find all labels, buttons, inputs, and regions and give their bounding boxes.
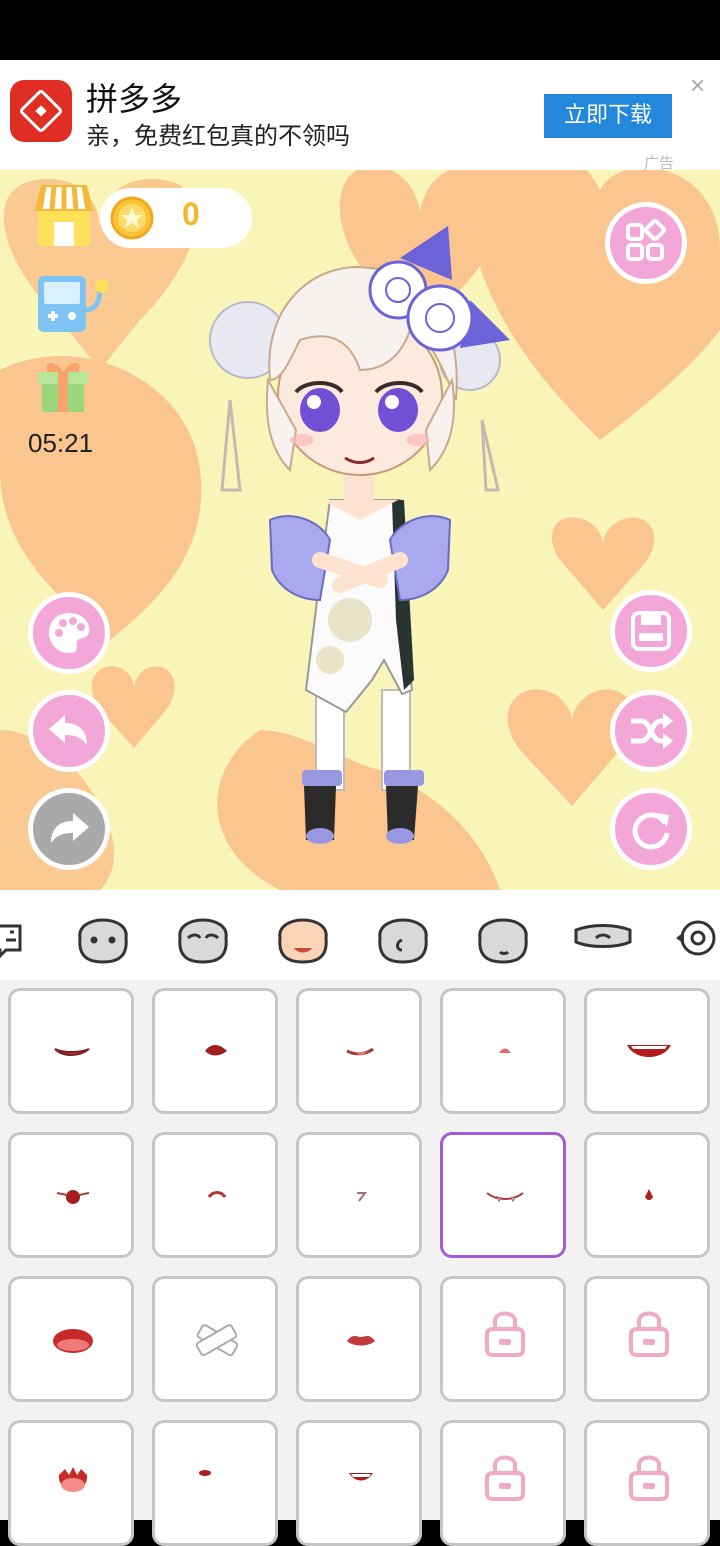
mouth-preview-16 bbox=[58, 1467, 88, 1492]
reset-icon bbox=[632, 812, 670, 850]
mouth-item-18[interactable] bbox=[296, 1420, 422, 1546]
mouth-preview-10 bbox=[645, 1189, 653, 1200]
coin-count: 0 bbox=[182, 196, 200, 232]
background-icon[interactable] bbox=[0, 904, 38, 966]
mouth-item-19-locked[interactable] bbox=[440, 1420, 566, 1546]
nose-icon[interactable] bbox=[472, 904, 534, 966]
status-bar bbox=[0, 0, 720, 60]
shuffle-button[interactable] bbox=[610, 690, 692, 772]
lock-icon bbox=[629, 1311, 669, 1357]
mouth-item-5[interactable] bbox=[584, 988, 710, 1114]
mouth-preview-5 bbox=[627, 1045, 671, 1057]
mouth-item-14-locked[interactable] bbox=[440, 1276, 566, 1402]
grid-menu-button[interactable] bbox=[605, 202, 687, 284]
ad-close-icon[interactable]: × bbox=[690, 72, 705, 98]
reset-button[interactable] bbox=[610, 788, 692, 870]
mouth-item-8[interactable] bbox=[296, 1132, 422, 1258]
coin-icon bbox=[110, 196, 154, 240]
mouth-preview-9 bbox=[486, 1192, 524, 1202]
mouth-preview-12 bbox=[195, 1324, 239, 1357]
lock-icon bbox=[629, 1455, 669, 1501]
mouth-preview-11 bbox=[53, 1329, 93, 1353]
mouth-item-4[interactable] bbox=[440, 988, 566, 1114]
mouth-item-16[interactable] bbox=[8, 1420, 134, 1546]
shuffle-icon bbox=[631, 713, 673, 749]
mouth-preview-3 bbox=[346, 1047, 374, 1056]
palette-button[interactable] bbox=[28, 592, 110, 674]
gift-timer: 05:21 bbox=[28, 428, 94, 458]
mini-game-icon[interactable] bbox=[36, 270, 112, 336]
mouth-icon[interactable] bbox=[272, 904, 334, 966]
mouth-item-9[interactable] bbox=[440, 1132, 566, 1258]
mouth-preview-1 bbox=[54, 1048, 90, 1056]
gift-icon[interactable] bbox=[36, 356, 90, 414]
redo-icon bbox=[51, 813, 89, 843]
mouth-preview-8 bbox=[357, 1192, 367, 1202]
palette-icon bbox=[49, 613, 90, 653]
mouth-preview-2 bbox=[205, 1045, 227, 1056]
shop-icon[interactable] bbox=[34, 184, 94, 248]
mouth-item-13[interactable] bbox=[296, 1276, 422, 1402]
ad-banner[interactable]: 拼多多 亲，免费红包真的不领吗 立即下载 × 广告 bbox=[0, 60, 720, 172]
mouth-item-10[interactable] bbox=[584, 1132, 710, 1258]
face-shape-icon[interactable] bbox=[72, 904, 134, 966]
mouth-preview-13 bbox=[347, 1336, 375, 1346]
ad-download-button[interactable]: 立即下载 bbox=[544, 94, 672, 138]
grid-menu-icon bbox=[626, 219, 667, 261]
save-button[interactable] bbox=[610, 590, 692, 672]
undo-icon bbox=[49, 715, 87, 745]
mask-icon[interactable] bbox=[572, 904, 634, 966]
mouth-preview-6 bbox=[56, 1190, 90, 1204]
redo-button[interactable] bbox=[28, 788, 110, 870]
pinduoduo-logo-icon bbox=[10, 80, 72, 142]
mouth-item-6[interactable] bbox=[8, 1132, 134, 1258]
ad-title: 拼多多 bbox=[86, 80, 183, 118]
mouth-preview-7 bbox=[207, 1191, 227, 1198]
accessory-icon[interactable] bbox=[672, 904, 720, 966]
undo-button[interactable] bbox=[28, 690, 110, 772]
character-avatar[interactable] bbox=[200, 210, 520, 860]
mouth-item-15-locked[interactable] bbox=[584, 1276, 710, 1402]
ad-slogan: 亲，免费红包真的不领吗 bbox=[86, 122, 350, 150]
mouth-item-3[interactable] bbox=[296, 988, 422, 1114]
eyes-icon[interactable] bbox=[172, 904, 234, 966]
mouth-item-7[interactable] bbox=[152, 1132, 278, 1258]
mouth-item-11[interactable] bbox=[8, 1276, 134, 1402]
dressup-stage: 0 05:21 bbox=[0, 170, 720, 890]
mouth-preview-18 bbox=[349, 1473, 373, 1481]
ear-icon[interactable] bbox=[372, 904, 434, 966]
mouth-preview-4 bbox=[499, 1048, 511, 1053]
mouth-item-17[interactable] bbox=[152, 1420, 278, 1546]
category-bar bbox=[0, 890, 720, 980]
mouth-item-1[interactable] bbox=[8, 988, 134, 1114]
mouth-item-grid bbox=[0, 980, 720, 1546]
save-icon bbox=[631, 611, 671, 651]
lock-icon bbox=[485, 1455, 525, 1501]
mouth-item-2[interactable] bbox=[152, 988, 278, 1114]
mouth-preview-17 bbox=[199, 1470, 211, 1476]
mouth-item-12[interactable] bbox=[152, 1276, 278, 1402]
lock-icon bbox=[485, 1311, 525, 1357]
mouth-item-20-locked[interactable] bbox=[584, 1420, 710, 1546]
